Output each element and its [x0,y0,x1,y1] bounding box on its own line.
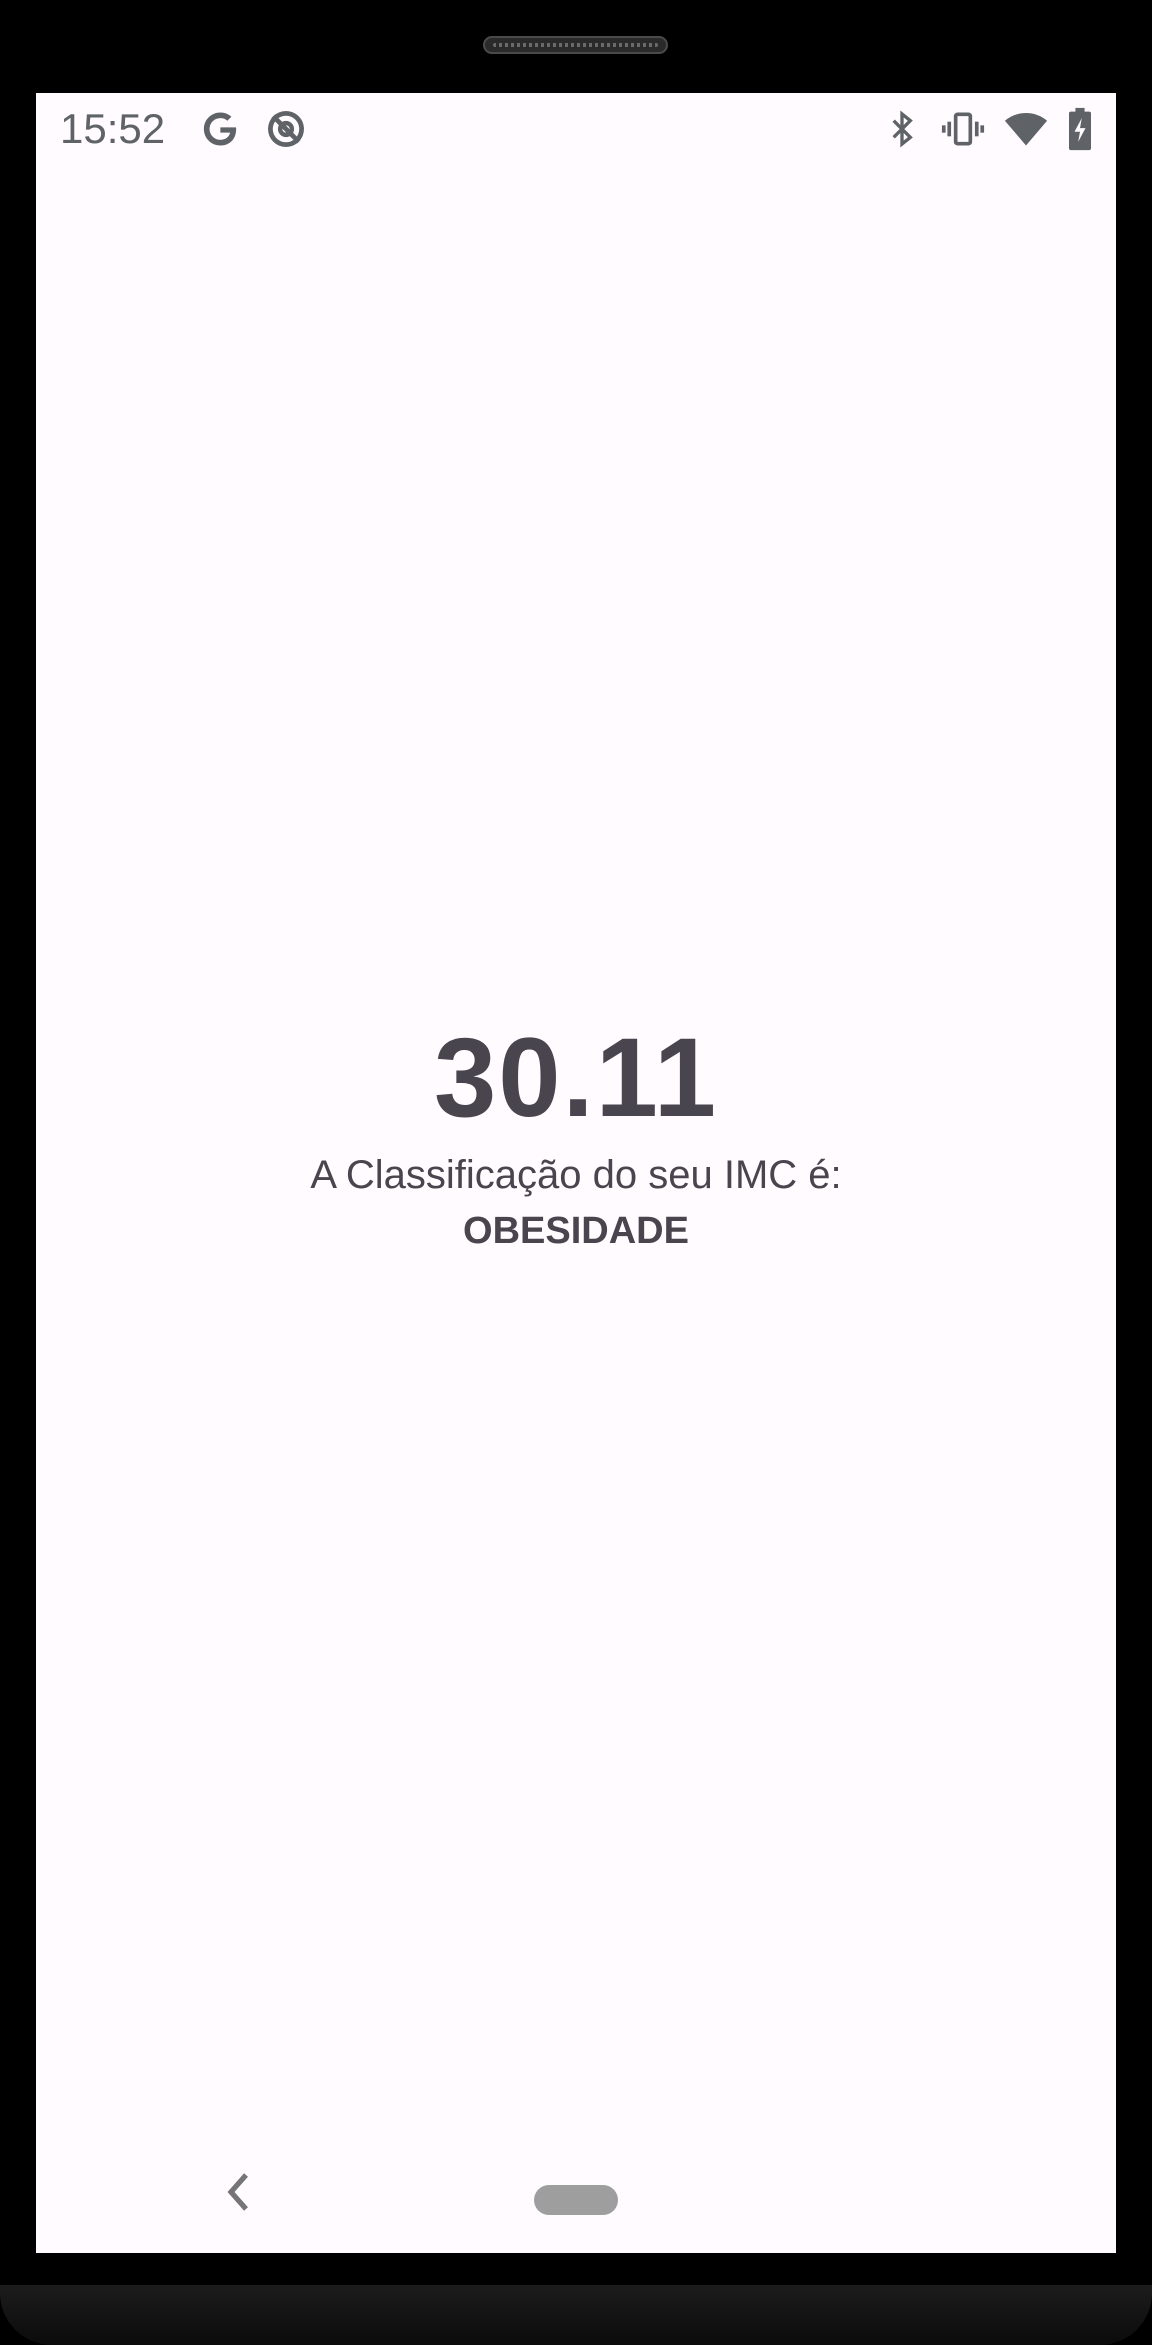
app-screen: 15:52 30.11 A Classificação do seu IMC é… [36,93,1116,2253]
status-time: 15:52 [60,105,166,152]
imc-result: 30.11 A Classificação do seu IMC é: OBES… [36,1013,1116,1257]
vibrate-icon [940,107,986,156]
home-pill-icon[interactable] [534,2185,618,2215]
bottom-bezel [0,2285,1152,2345]
device-frame: 15:52 30.11 A Classificação do seu IMC é… [0,0,1152,2345]
status-bar: 15:52 [36,93,1116,165]
back-icon[interactable] [224,2167,254,2222]
bluetooth-icon [882,107,922,156]
google-g-icon [198,107,242,156]
wifi-icon [1002,107,1050,156]
imc-classification-label: A Classificação do seu IMC é: [310,1153,842,1197]
earpiece-speaker [483,36,668,54]
navigation-bar [36,2133,1116,2253]
battery-charging-icon [1066,107,1094,156]
no-location-icon [264,107,308,156]
imc-classification: OBESIDADE [463,1210,689,1252]
imc-value: 30.11 [433,1015,719,1140]
